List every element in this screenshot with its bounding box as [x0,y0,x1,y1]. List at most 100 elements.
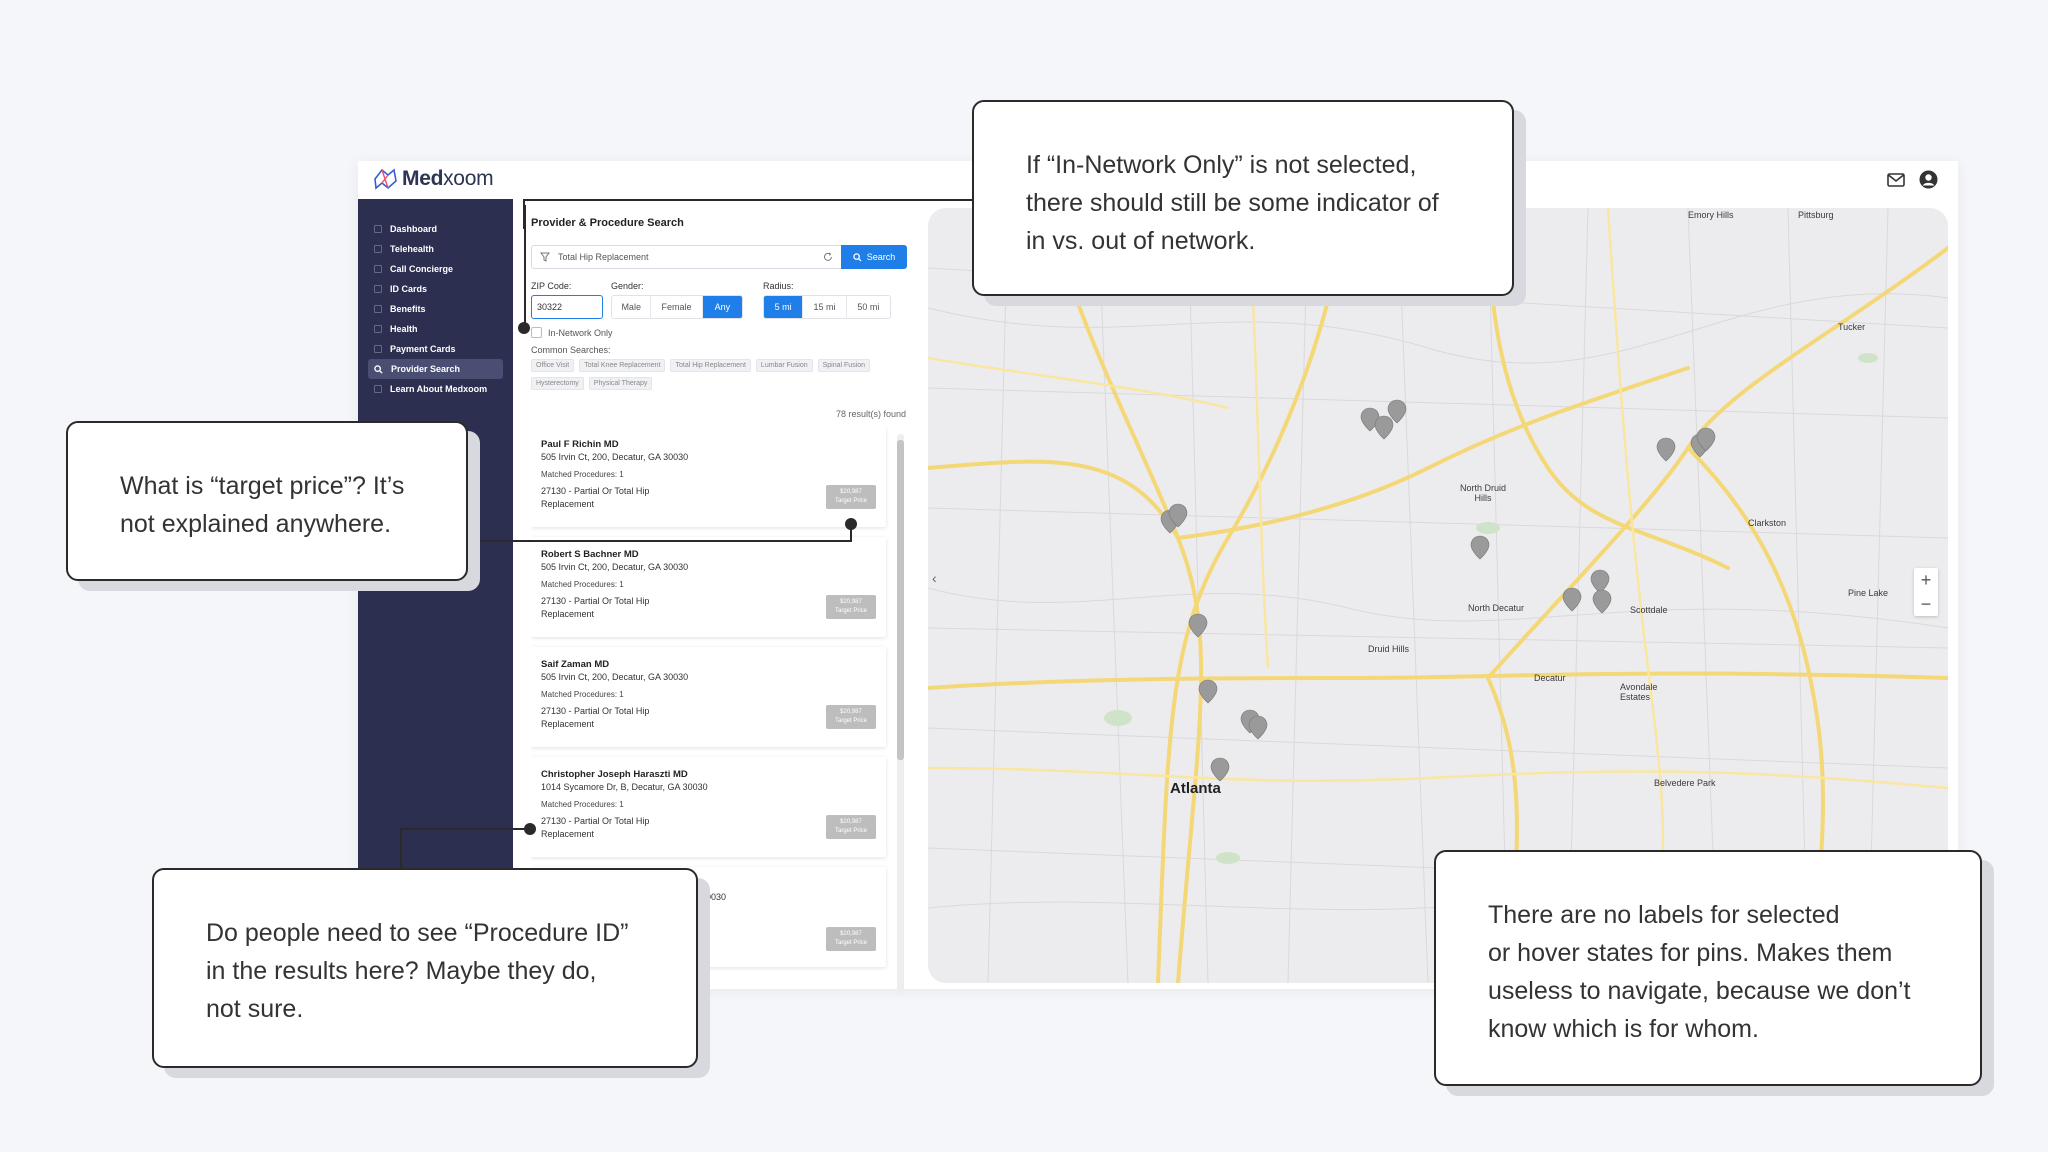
provider-name[interactable]: Saif Zaman MD [541,659,609,670]
connector-dot [845,518,857,530]
in-network-toggle[interactable]: In-Network Only [531,327,613,338]
provider-name[interactable]: Robert S Bachner MD [541,549,639,560]
map-label: North Decatur [1468,603,1525,613]
provider-address: 505 Irvin Ct, 200, Decatur, GA 30030 [541,672,689,682]
map-label: Scottdale [1630,605,1668,615]
target-price-badge: $20,987 Target Price [826,705,876,729]
map-label: Pittsburg [1798,210,1834,220]
search-row: Total Hip Replacement Search [531,245,907,269]
map-label: Druid Hills [1368,644,1410,654]
target-price-badge: $20,987 Target Price [826,485,876,509]
zoom-out-button[interactable]: − [1914,592,1938,616]
connector-dot [518,322,530,334]
top-icons [1887,170,1938,189]
provider-name[interactable]: Christopher Joseph Haraszti MD [541,769,688,780]
zip-label: ZIP Code: [531,281,572,291]
connector-line [524,205,526,331]
common-search-chip[interactable]: Lumbar Fusion [755,359,813,372]
info-icon [374,385,382,393]
logo-text: Medxoom [402,167,494,190]
connector-line [400,828,530,830]
logo[interactable]: Medxoom [372,167,494,191]
sidebar-item-learn-about[interactable]: Learn About Medxoom [368,379,503,399]
common-search-chip[interactable]: Office Visit [531,359,575,372]
medxoom-logo-icon [374,168,397,190]
target-price-badge: $20,987 Target Price [826,815,876,839]
provider-address: 505 Irvin Ct, 200, Decatur, GA 30030 [541,562,689,572]
gender-option-any[interactable]: Any [702,296,742,318]
results-scrollbar[interactable] [897,434,904,994]
card-icon [374,345,382,353]
procedure-id: 27130 - Partial Or Total Hip Replacement [541,486,650,509]
map-label: Clarkston [1748,518,1787,528]
connector-dot [524,823,536,835]
map-label: Decatur [1534,673,1566,683]
sidebar-item-telehealth[interactable]: Telehealth [368,239,503,259]
result-card[interactable]: Christopher Joseph Haraszti MD 1014 Syca… [531,757,886,857]
in-network-label: In-Network Only [548,327,613,338]
sidebar-item-id-cards[interactable]: ID Cards [368,279,503,299]
matched-procedures: Matched Procedures: 1 [541,690,624,699]
procedure-id: 27130 - Partial Or Total Hip Replacement [541,596,650,619]
scrollbar-thumb[interactable] [897,440,904,760]
search-button[interactable]: Search [841,245,907,269]
sidebar-item-health[interactable]: Health [368,319,503,339]
results-count: 78 result(s) found [835,409,906,419]
video-icon [374,245,382,253]
gender-option-male[interactable]: Male [612,296,652,318]
radius-option-50[interactable]: 50 mi [847,296,890,318]
matched-procedures: Matched Procedures: 1 [541,800,624,809]
zoom-control: + − [1914,568,1938,616]
connector-line [400,828,402,868]
search-icon [374,364,383,374]
result-card[interactable]: Saif Zaman MD 505 Irvin Ct, 200, Decatur… [531,647,886,747]
matched-procedures: Matched Procedures: 1 [541,470,624,479]
target-price-badge: $20,987 Target Price [826,595,876,619]
map-label: Emory Hills [1688,210,1734,220]
mail-icon[interactable] [1887,172,1905,187]
phone-icon [374,265,382,273]
sidebar-item-payment-cards[interactable]: Payment Cards [368,339,503,359]
map-label: Belvedere Park [1654,778,1716,788]
result-card[interactable]: Paul F Richin MD 505 Irvin Ct, 200, Deca… [531,427,886,527]
search-query: Total Hip Replacement [558,252,649,262]
common-search-chip[interactable]: Hysterectomy [531,377,584,390]
search-icon [853,252,862,262]
common-search-chip[interactable]: Total Knee Replacement [579,359,666,372]
map-label-city: Atlanta [1170,780,1221,797]
sidebar-item-call-concierge[interactable]: Call Concierge [368,259,503,279]
refresh-icon[interactable] [823,252,833,262]
matched-procedures: Matched Procedures: 1 [541,580,624,589]
result-card[interactable]: Robert S Bachner MD 505 Irvin Ct, 200, D… [531,537,886,637]
radius-option-5[interactable]: 5 mi [764,296,804,318]
sidebar-item-dashboard[interactable]: Dashboard [368,219,503,239]
map-label: Tucker [1838,322,1866,332]
common-search-chip[interactable]: Spinal Fusion [817,359,871,372]
annotation-in-network: If “In-Network Only” is not selected, th… [972,100,1514,296]
document-icon [374,325,382,333]
in-network-checkbox[interactable] [531,327,542,338]
radius-option-15[interactable]: 15 mi [803,296,847,318]
zoom-in-button[interactable]: + [1914,568,1938,592]
collapse-panel-icon[interactable]: ‹ [932,570,937,586]
procedure-id: 27130 - Partial Or Total Hip Replacement [541,816,650,839]
grid-icon [374,225,382,233]
common-search-chip[interactable]: Total Hip Replacement [670,359,751,372]
zip-code-input[interactable]: 30322 [531,295,603,319]
common-searches-label: Common Searches: [531,345,611,355]
user-account-icon[interactable] [1919,170,1938,189]
id-card-icon [374,285,382,293]
search-input[interactable]: Total Hip Replacement [531,245,841,269]
common-search-chip[interactable]: Physical Therapy [588,377,653,390]
heart-icon [374,305,382,313]
map-label: Pine Lake [1848,588,1889,598]
sidebar-item-provider-search[interactable]: Provider Search [368,359,503,379]
filter-icon[interactable] [540,252,550,262]
gender-selector: Male Female Any [611,295,743,319]
provider-name[interactable]: Paul F Richin MD [541,439,619,450]
annotation-pins: There are no labels for selected or hove… [1434,850,1982,1086]
gender-label: Gender: [611,281,644,291]
gender-option-female[interactable]: Female [651,296,703,318]
sidebar-item-benefits[interactable]: Benefits [368,299,503,319]
connector-line [468,540,852,542]
